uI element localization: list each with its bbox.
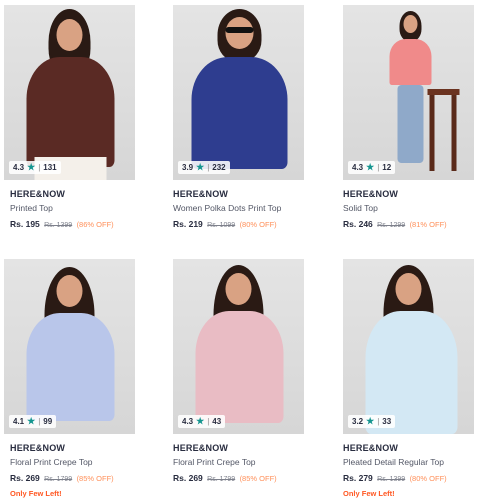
star-icon: ★ (196, 416, 205, 426)
rating-badge: 4.1 ★ | 99 (9, 415, 57, 428)
product-name: Floral Print Crepe Top (173, 457, 256, 467)
rating-count: 99 (43, 417, 53, 426)
model-figure (173, 5, 304, 180)
discount: (86% OFF) (76, 220, 114, 229)
product-image[interactable]: 4.3 ★ | 43 (173, 259, 304, 434)
product-name: Solid Top (343, 203, 378, 213)
product-card[interactable]: 4.1 ★ | 99 HERE&NOW Floral Print Crepe T… (4, 259, 135, 498)
current-price: Rs. 195 (10, 219, 40, 229)
star-icon: ★ (196, 162, 205, 172)
original-price: Rs. 1399 (44, 222, 73, 229)
product-card[interactable]: 4.3 ★ | 43 HERE&NOW Floral Print Crepe T… (173, 259, 304, 483)
product-price-row: Rs. 279 Rs. 1399 (80% OFF) (343, 473, 474, 483)
product-price-row: Rs. 195 Rs. 1399 (86% OFF) (10, 219, 135, 229)
rating-value: 4.3 (352, 163, 364, 172)
top-garment (195, 311, 283, 423)
product-name: Women Polka Dots Print Top (173, 203, 282, 213)
product-name: Floral Print Crepe Top (10, 457, 93, 467)
original-price: Rs. 1799 (44, 476, 73, 483)
model-figure (173, 259, 304, 434)
rating-value: 3.9 (182, 163, 194, 172)
product-card[interactable]: 3.2 ★ | 33 HERE&NOW Pleated Detail Regul… (343, 259, 474, 498)
rating-count: 131 (43, 163, 57, 172)
stock-alert: Only Few Left! (343, 489, 395, 498)
stock-alert: Only Few Left! (10, 489, 62, 498)
rating-value: 4.1 (13, 417, 25, 426)
original-price: Rs. 1799 (207, 476, 236, 483)
rating-badge: 3.9 ★ | 232 (178, 161, 230, 174)
top-garment (26, 57, 114, 167)
discount: (85% OFF) (239, 474, 277, 483)
original-price: Rs. 1399 (377, 476, 406, 483)
product-image[interactable]: 4.3 ★ | 131 (4, 5, 135, 180)
star-icon: ★ (366, 162, 375, 172)
model-figure (343, 259, 474, 434)
product-brand: HERE&NOW (173, 443, 229, 453)
rating-count: 232 (212, 163, 226, 172)
discount: (80% OFF) (409, 474, 447, 483)
rating-value: 4.3 (182, 417, 194, 426)
rating-badge: 4.3 ★ | 12 (348, 161, 396, 174)
product-price-row: Rs. 246 Rs. 1299 (81% OFF) (343, 219, 474, 229)
product-brand: HERE&NOW (10, 443, 66, 453)
product-card[interactable]: 4.3 ★ | 131 HERE&NOW Printed Top Rs. 195… (4, 5, 135, 229)
product-card[interactable]: 4.3 ★ | 12 HERE&NOW Solid Top Rs. 246 Rs… (343, 5, 474, 229)
product-brand: HERE&NOW (10, 189, 66, 199)
product-image[interactable]: 4.1 ★ | 99 (4, 259, 135, 434)
product-brand: HERE&NOW (173, 189, 229, 199)
model-figure (4, 259, 135, 434)
top-garment (26, 313, 114, 421)
discount: (85% OFF) (76, 474, 114, 483)
original-price: Rs. 1299 (377, 222, 406, 229)
current-price: Rs. 269 (10, 473, 40, 483)
rating-value: 4.3 (13, 163, 25, 172)
star-icon: ★ (27, 162, 36, 172)
rating-badge: 4.3 ★ | 131 (9, 161, 61, 174)
rating-count: 33 (382, 417, 392, 426)
product-brand: HERE&NOW (343, 189, 399, 199)
star-icon: ★ (27, 416, 36, 426)
model-figure (343, 5, 474, 180)
top-garment (389, 39, 431, 85)
product-price-row: Rs. 269 Rs. 1799 (85% OFF) (173, 473, 304, 483)
current-price: Rs. 279 (343, 473, 373, 483)
product-price-row: Rs. 219 Rs. 1099 (80% OFF) (173, 219, 304, 229)
product-brand: HERE&NOW (343, 443, 399, 453)
product-name: Pleated Detail Regular Top (343, 457, 444, 467)
discount: (80% OFF) (239, 220, 277, 229)
product-price-row: Rs. 269 Rs. 1799 (85% OFF) (10, 473, 135, 483)
rating-count: 43 (212, 417, 222, 426)
rating-count: 12 (382, 163, 392, 172)
model-figure (4, 5, 135, 180)
current-price: Rs. 269 (173, 473, 203, 483)
rating-badge: 3.2 ★ | 33 (348, 415, 396, 428)
product-image[interactable]: 3.2 ★ | 33 (343, 259, 474, 434)
product-image[interactable]: 4.3 ★ | 12 (343, 5, 474, 180)
product-card[interactable]: 3.9 ★ | 232 HERE&NOW Women Polka Dots Pr… (173, 5, 304, 229)
rating-value: 3.2 (352, 417, 364, 426)
current-price: Rs. 219 (173, 219, 203, 229)
current-price: Rs. 246 (343, 219, 373, 229)
discount: (81% OFF) (409, 220, 447, 229)
product-image[interactable]: 3.9 ★ | 232 (173, 5, 304, 180)
original-price: Rs. 1099 (207, 222, 236, 229)
top-garment (191, 57, 287, 169)
star-icon: ★ (366, 416, 375, 426)
product-name: Printed Top (10, 203, 53, 213)
rating-badge: 4.3 ★ | 43 (178, 415, 226, 428)
